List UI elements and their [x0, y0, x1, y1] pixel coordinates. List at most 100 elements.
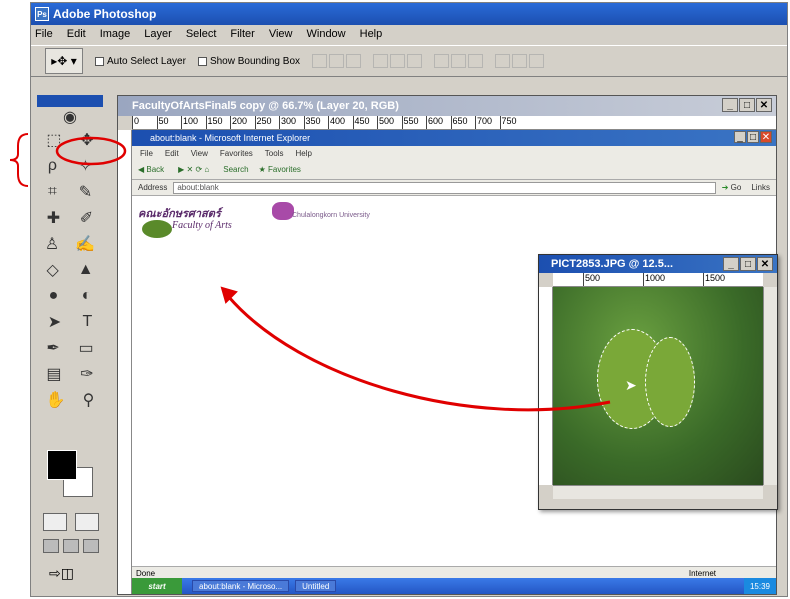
- eraser-icon[interactable]: ◇: [46, 260, 58, 280]
- ie-back-label: Back: [146, 165, 165, 174]
- tool-row-6: ◇ ▲: [37, 257, 103, 283]
- quick-mask-button[interactable]: [75, 513, 99, 531]
- distribute-bottom-button[interactable]: [468, 54, 484, 68]
- bounding-box-box: [197, 56, 207, 66]
- crop-icon[interactable]: ⌗: [48, 183, 57, 201]
- slice-icon[interactable]: ✎: [79, 182, 92, 202]
- ie-menu-item: Favorites: [219, 148, 253, 158]
- document-title: FacultyOfArtsFinal5 copy @ 66.7% (Layer …: [132, 100, 399, 112]
- full-screen-button[interactable]: [83, 539, 99, 553]
- ie-title: about:blank - Microsoft Internet Explore…: [150, 133, 311, 143]
- ie-titlebar: about:blank - Microsoft Internet Explore…: [132, 130, 776, 146]
- standard-screen-button[interactable]: [43, 539, 59, 553]
- toolbox-header[interactable]: [37, 95, 103, 107]
- dodge-icon[interactable]: ◐: [82, 287, 92, 305]
- move-tool-icon[interactable]: ✥: [80, 130, 93, 150]
- path-selection-icon[interactable]: ➤: [48, 312, 61, 332]
- screen-mode-buttons: [43, 539, 99, 553]
- menu-window[interactable]: Window: [307, 28, 346, 40]
- horizontal-scrollbar[interactable]: [553, 485, 763, 499]
- maximize-icon[interactable]: □: [740, 257, 756, 271]
- jump-to-imageready-icon[interactable]: ⇨◫: [49, 565, 74, 582]
- align-right-button[interactable]: [407, 54, 423, 68]
- image-vertical-ruler: [539, 287, 553, 485]
- distribute-left-button[interactable]: [495, 54, 511, 68]
- ruler-tick: 500: [583, 273, 627, 286]
- type-icon[interactable]: T: [83, 313, 93, 331]
- menu-file[interactable]: File: [35, 28, 53, 40]
- back-icon: ◀: [138, 165, 147, 174]
- ie-minimize-icon: _: [734, 131, 746, 143]
- maximize-icon[interactable]: □: [739, 98, 755, 112]
- brush-icon[interactable]: ✐: [80, 208, 93, 228]
- vertical-scrollbar[interactable]: [763, 287, 777, 485]
- distribute-right-button[interactable]: [529, 54, 545, 68]
- full-screen-menu-button[interactable]: [63, 539, 79, 553]
- app-titlebar: Ps Adobe Photoshop: [31, 3, 787, 25]
- close-icon[interactable]: ✕: [756, 98, 772, 112]
- blur-icon[interactable]: ●: [49, 287, 59, 305]
- align-bottom-button[interactable]: [346, 54, 362, 68]
- eye-logo-icon[interactable]: ◉: [63, 107, 77, 127]
- flower-image: [272, 202, 294, 220]
- tray-clock: 15:39: [749, 581, 770, 591]
- menu-layer[interactable]: Layer: [144, 28, 172, 40]
- auto-select-checkbox[interactable]: Auto Select Layer: [95, 56, 186, 67]
- notes-icon[interactable]: ▤: [46, 364, 61, 384]
- minimize-icon[interactable]: _: [722, 98, 738, 112]
- tool-preset-picker[interactable]: ▸✥ ▾: [45, 48, 83, 74]
- menu-help[interactable]: Help: [360, 28, 383, 40]
- lasso-icon[interactable]: ρ: [48, 157, 57, 175]
- menu-image[interactable]: Image: [100, 28, 131, 40]
- distribute-hcenter-button[interactable]: [512, 54, 528, 68]
- menu-select[interactable]: Select: [186, 28, 217, 40]
- ruler-tick: 700: [475, 116, 500, 129]
- foreground-color-swatch[interactable]: [47, 450, 77, 480]
- document-titlebar[interactable]: FacultyOfArtsFinal5 copy @ 66.7% (Layer …: [118, 96, 776, 116]
- minimize-icon[interactable]: _: [723, 257, 739, 271]
- ie-menubar: File Edit View Favorites Tools Help: [132, 146, 776, 160]
- move-cursor-icon: ➤: [625, 377, 637, 393]
- bounding-box-checkbox[interactable]: Show Bounding Box: [197, 56, 300, 67]
- distribute-vcenter-button[interactable]: [451, 54, 467, 68]
- magic-wand-icon[interactable]: ✧: [79, 156, 92, 176]
- healing-brush-icon[interactable]: ✚: [47, 208, 60, 228]
- tool-row-4: ✚ ✐: [37, 205, 103, 231]
- standard-mode-button[interactable]: [43, 513, 67, 531]
- align-hcenter-button[interactable]: [390, 54, 406, 68]
- marquee-icon[interactable]: ⬚: [46, 130, 61, 150]
- menu-edit[interactable]: Edit: [67, 28, 86, 40]
- image-window-title: PICT2853.JPG @ 12.5...: [551, 258, 674, 270]
- align-left-button[interactable]: [373, 54, 389, 68]
- align-vcenter-button[interactable]: [329, 54, 345, 68]
- align-top-button[interactable]: [312, 54, 328, 68]
- ruler-tick: 300: [279, 116, 304, 129]
- menu-view[interactable]: View: [269, 28, 293, 40]
- zoom-icon[interactable]: ⚲: [83, 390, 95, 410]
- image-window-titlebar[interactable]: PICT2853.JPG @ 12.5... _ □ ✕: [539, 255, 777, 273]
- hand-icon[interactable]: ✋: [46, 390, 66, 410]
- shape-icon[interactable]: ▭: [79, 338, 94, 358]
- eyedropper-icon[interactable]: ✑: [80, 364, 93, 384]
- document-window-buttons: _ □ ✕: [721, 98, 772, 112]
- tool-row-1: ⬚ ✥: [37, 127, 103, 153]
- pen-icon[interactable]: ✒: [46, 338, 59, 358]
- close-icon[interactable]: ✕: [757, 257, 773, 271]
- ruler-tick: 450: [352, 116, 378, 129]
- ruler-tick: 1000: [643, 273, 687, 286]
- ruler-tick: 150: [205, 116, 231, 129]
- gradient-icon[interactable]: ▲: [78, 261, 94, 279]
- ie-menu-item: File: [140, 148, 153, 158]
- leaf-photo[interactable]: ➤: [553, 287, 763, 485]
- ie-menu-item: View: [190, 148, 208, 158]
- taskbar-untitled-item: Untitled: [295, 580, 337, 592]
- distribute-top-button[interactable]: [434, 54, 450, 68]
- clone-stamp-icon[interactable]: ♙: [45, 234, 59, 254]
- history-brush-icon[interactable]: ✍: [75, 234, 95, 254]
- tool-row-11: ✋ ⚲: [37, 387, 103, 413]
- tool-row-3: ⌗ ✎: [37, 179, 103, 205]
- start-button: start: [132, 578, 182, 594]
- toolbox: ◉ ⬚ ✥ ρ ✧ ⌗ ✎ ✚ ✐ ♙ ✍ ◇ ▲ ● ◐ ➤ T ✒ ▭ ▤ …: [37, 95, 107, 595]
- menu-filter[interactable]: Filter: [230, 28, 254, 40]
- ie-zone-text: Internet: [688, 569, 716, 578]
